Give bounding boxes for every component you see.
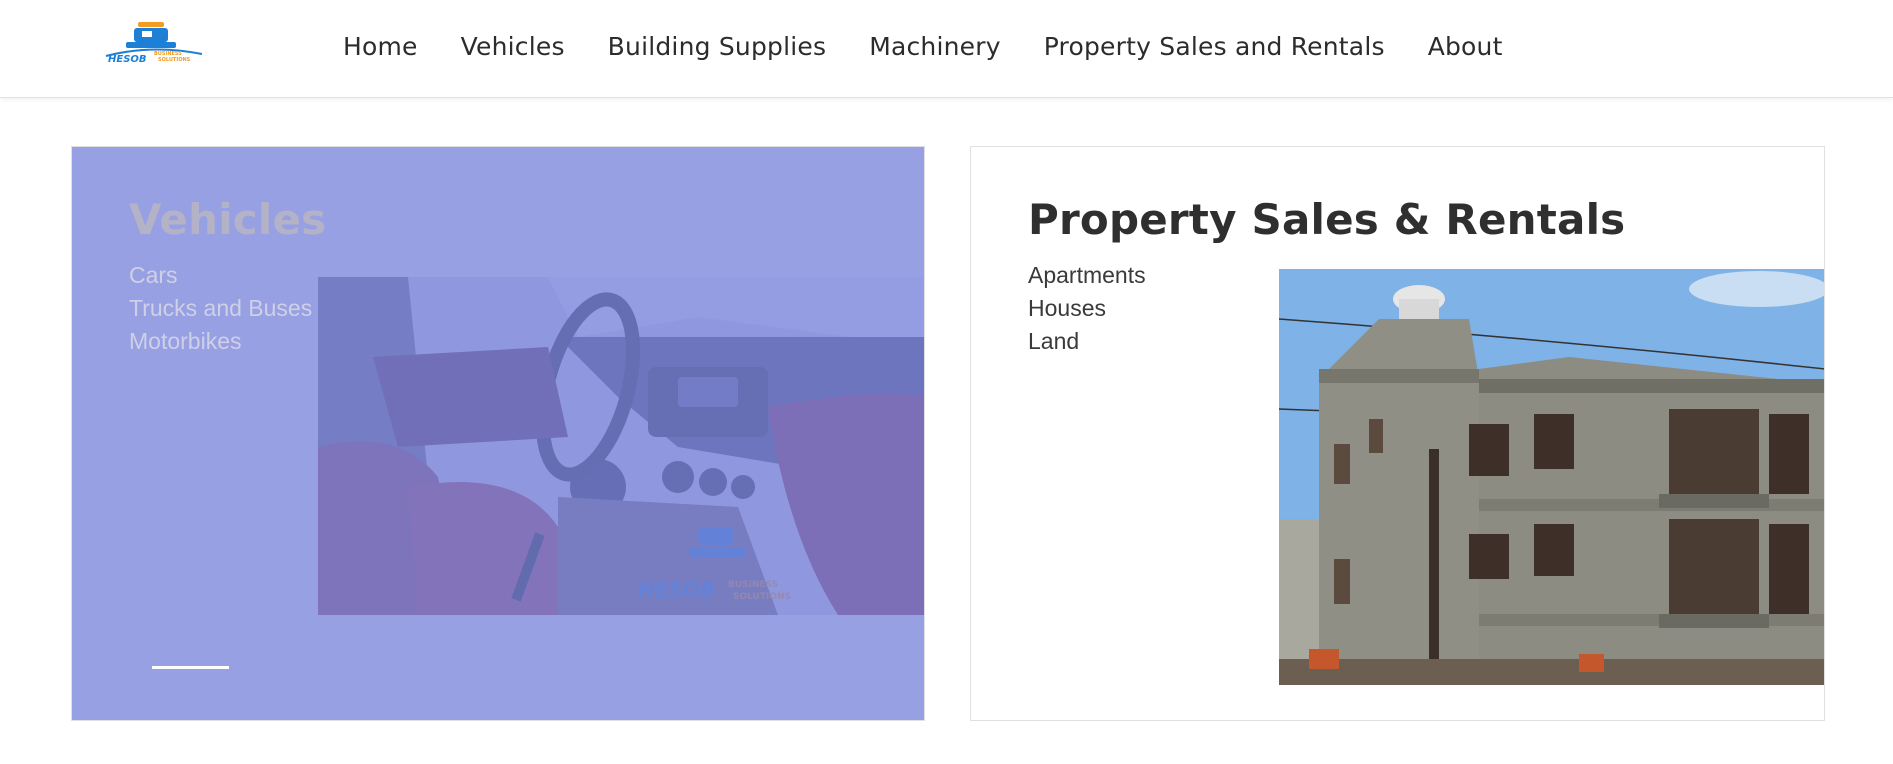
card-underline-accent [152,666,229,669]
svg-text:SOLUTIONS: SOLUTIONS [158,57,191,63]
main-nav: Home Vehicles Building Supplies Machiner… [343,32,1503,61]
vehicles-category-list: Cars Trucks and Buses Motorbikes [129,259,312,358]
nav-home[interactable]: Home [343,32,418,61]
vehicles-item-trucks-buses[interactable]: Trucks and Buses [129,292,312,325]
svg-text:HESOB: HESOB [108,54,147,65]
vehicles-card[interactable]: HESOB BUSINESS SOLUTIONS Vehicles Cars T… [71,146,925,721]
vehicles-item-cars[interactable]: Cars [129,259,312,292]
nav-machinery[interactable]: Machinery [869,32,1001,61]
property-category-list: Apartments Houses Land [1028,259,1146,358]
site-header: HESOB BUSINESS SOLUTIONS Home Vehicles B… [0,0,1893,98]
property-card[interactable]: Property Sales & Rentals Apartments Hous… [970,146,1825,721]
property-card-title: Property Sales & Rentals [1028,195,1626,244]
property-item-land[interactable]: Land [1028,325,1146,358]
property-item-houses[interactable]: Houses [1028,292,1146,325]
truck-logo-icon: HESOB BUSINESS SOLUTIONS [105,22,203,65]
nav-about[interactable]: About [1428,32,1503,61]
building-photo [1279,269,1824,685]
nav-property-sales-rentals[interactable]: Property Sales and Rentals [1044,32,1385,61]
hesob-logo[interactable]: HESOB BUSINESS SOLUTIONS [98,18,206,68]
vehicles-item-motorbikes[interactable]: Motorbikes [129,325,312,358]
property-item-apartments[interactable]: Apartments [1028,259,1146,292]
vehicles-card-title: Vehicles [129,195,327,244]
nav-building-supplies[interactable]: Building Supplies [608,32,827,61]
nav-vehicles[interactable]: Vehicles [461,32,565,61]
